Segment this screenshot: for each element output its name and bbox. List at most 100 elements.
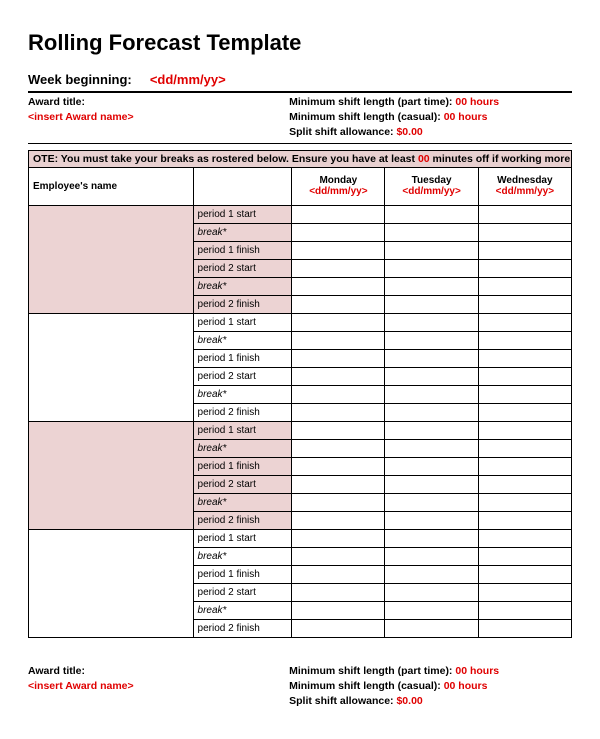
shift-cell[interactable] — [478, 583, 571, 601]
footer-min-pt-label: Minimum shift length (part time): — [289, 665, 455, 677]
shift-cell[interactable] — [292, 349, 385, 367]
shift-cell[interactable] — [478, 403, 571, 421]
shift-cell[interactable] — [478, 349, 571, 367]
footer-min-casual-label: Minimum shift length (casual): — [289, 680, 444, 692]
footer-award-title-value: <insert Award name> — [28, 679, 289, 694]
shift-cell[interactable] — [478, 421, 571, 439]
min-casual-label: Minimum shift length (casual): — [289, 111, 444, 123]
shift-cell[interactable] — [292, 565, 385, 583]
period-label: period 1 finish — [193, 349, 292, 367]
shift-cell[interactable] — [292, 277, 385, 295]
day-date-2: <dd/mm/yy> — [483, 186, 567, 197]
award-title-label: Award title: — [28, 95, 289, 110]
shift-cell[interactable] — [292, 385, 385, 403]
shift-cell[interactable] — [478, 295, 571, 313]
meta-block-top: Award title: <insert Award name> Minimum… — [28, 91, 572, 144]
shift-cell[interactable] — [292, 511, 385, 529]
shift-cell[interactable] — [385, 421, 478, 439]
shift-cell[interactable] — [478, 385, 571, 403]
week-value: <dd/mm/yy> — [150, 72, 226, 87]
day-name-1: Tuesday — [389, 175, 473, 186]
shift-cell[interactable] — [385, 205, 478, 223]
shift-cell[interactable] — [292, 601, 385, 619]
shift-cell[interactable] — [292, 547, 385, 565]
shift-cell[interactable] — [292, 331, 385, 349]
shift-cell[interactable] — [292, 457, 385, 475]
shift-cell[interactable] — [385, 223, 478, 241]
shift-cell[interactable] — [385, 601, 478, 619]
employee-name-cell[interactable] — [29, 421, 194, 529]
shift-cell[interactable] — [385, 457, 478, 475]
min-pt-value: 00 hours — [455, 96, 499, 108]
employee-name-cell[interactable] — [29, 205, 194, 313]
shift-cell[interactable] — [478, 331, 571, 349]
shift-cell[interactable] — [478, 205, 571, 223]
shift-cell[interactable] — [478, 493, 571, 511]
period-label: period 1 start — [193, 205, 292, 223]
shift-cell[interactable] — [292, 439, 385, 457]
footer-split-value: $0.00 — [396, 695, 422, 707]
shift-cell[interactable] — [385, 295, 478, 313]
shift-cell[interactable] — [385, 439, 478, 457]
shift-cell[interactable] — [478, 529, 571, 547]
shift-cell[interactable] — [292, 493, 385, 511]
period-label: break* — [193, 277, 292, 295]
note-banner: OTE: You must take your breaks as roster… — [28, 150, 572, 167]
shift-cell[interactable] — [478, 277, 571, 295]
shift-cell[interactable] — [385, 385, 478, 403]
shift-cell[interactable] — [385, 475, 478, 493]
shift-cell[interactable] — [385, 619, 478, 637]
shift-cell[interactable] — [385, 511, 478, 529]
shift-cell[interactable] — [292, 403, 385, 421]
shift-cell[interactable] — [478, 223, 571, 241]
shift-cell[interactable] — [478, 313, 571, 331]
shift-cell[interactable] — [478, 619, 571, 637]
shift-cell[interactable] — [478, 475, 571, 493]
shift-cell[interactable] — [385, 331, 478, 349]
shift-cell[interactable] — [478, 259, 571, 277]
week-label: Week beginning: — [28, 72, 132, 87]
shift-cell[interactable] — [385, 493, 478, 511]
shift-cell[interactable] — [292, 223, 385, 241]
shift-cell[interactable] — [292, 619, 385, 637]
period-label: period 1 start — [193, 421, 292, 439]
shift-cell[interactable] — [478, 457, 571, 475]
period-label: period 2 finish — [193, 295, 292, 313]
shift-cell[interactable] — [478, 241, 571, 259]
shift-cell[interactable] — [385, 403, 478, 421]
col-employee: Employee's name — [29, 167, 194, 205]
shift-cell[interactable] — [478, 565, 571, 583]
shift-cell[interactable] — [385, 367, 478, 385]
shift-cell[interactable] — [478, 547, 571, 565]
shift-cell[interactable] — [292, 313, 385, 331]
shift-cell[interactable] — [292, 259, 385, 277]
shift-cell[interactable] — [292, 529, 385, 547]
period-label: period 2 start — [193, 259, 292, 277]
employee-name-cell[interactable] — [29, 529, 194, 637]
day-name-0: Monday — [296, 175, 380, 186]
shift-cell[interactable] — [385, 277, 478, 295]
period-label: break* — [193, 547, 292, 565]
shift-cell[interactable] — [292, 583, 385, 601]
shift-cell[interactable] — [385, 349, 478, 367]
shift-cell[interactable] — [292, 205, 385, 223]
shift-cell[interactable] — [385, 547, 478, 565]
shift-cell[interactable] — [292, 241, 385, 259]
col-period-blank — [193, 167, 292, 205]
employee-name-cell[interactable] — [29, 313, 194, 421]
shift-cell[interactable] — [385, 529, 478, 547]
shift-cell[interactable] — [385, 241, 478, 259]
footer-min-shift-part-time: Minimum shift length (part time): 00 hou… — [289, 664, 572, 679]
shift-cell[interactable] — [292, 367, 385, 385]
shift-cell[interactable] — [292, 295, 385, 313]
shift-cell[interactable] — [292, 421, 385, 439]
shift-cell[interactable] — [385, 583, 478, 601]
shift-cell[interactable] — [478, 367, 571, 385]
shift-cell[interactable] — [385, 565, 478, 583]
shift-cell[interactable] — [292, 475, 385, 493]
shift-cell[interactable] — [478, 511, 571, 529]
shift-cell[interactable] — [385, 259, 478, 277]
shift-cell[interactable] — [478, 439, 571, 457]
shift-cell[interactable] — [478, 601, 571, 619]
shift-cell[interactable] — [385, 313, 478, 331]
